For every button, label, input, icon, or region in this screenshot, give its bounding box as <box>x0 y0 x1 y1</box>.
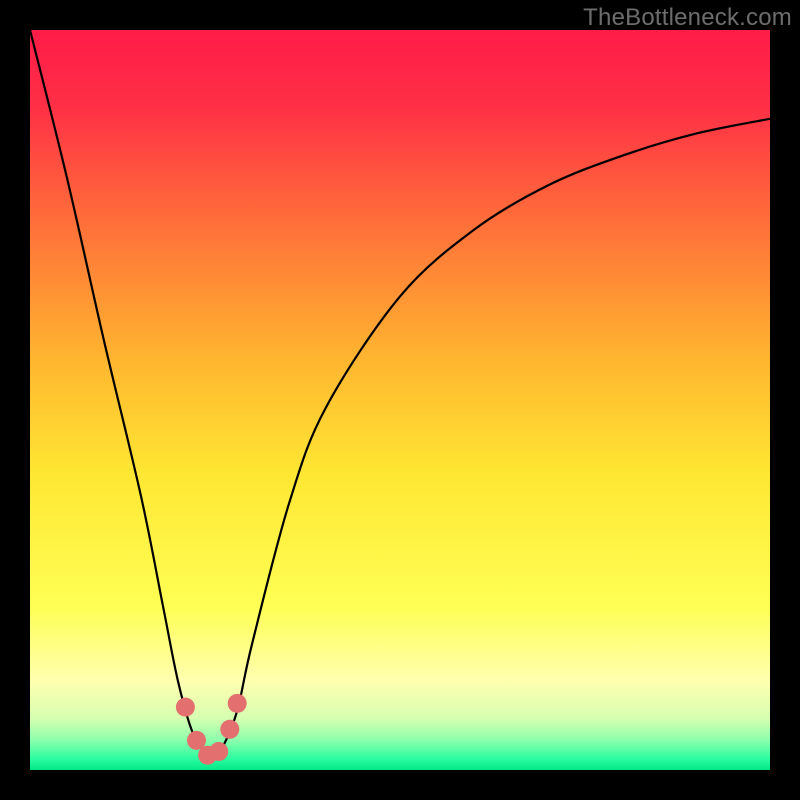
bottleneck-curve <box>30 30 770 757</box>
watermark-text: TheBottleneck.com <box>583 4 792 32</box>
marker-point <box>220 720 239 739</box>
marker-point <box>176 698 195 717</box>
plot-area <box>30 30 770 770</box>
marker-point <box>209 742 228 761</box>
curve-layer <box>30 30 770 770</box>
highlight-markers <box>176 694 247 765</box>
chart-frame: TheBottleneck.com <box>0 0 800 800</box>
marker-point <box>228 694 247 713</box>
